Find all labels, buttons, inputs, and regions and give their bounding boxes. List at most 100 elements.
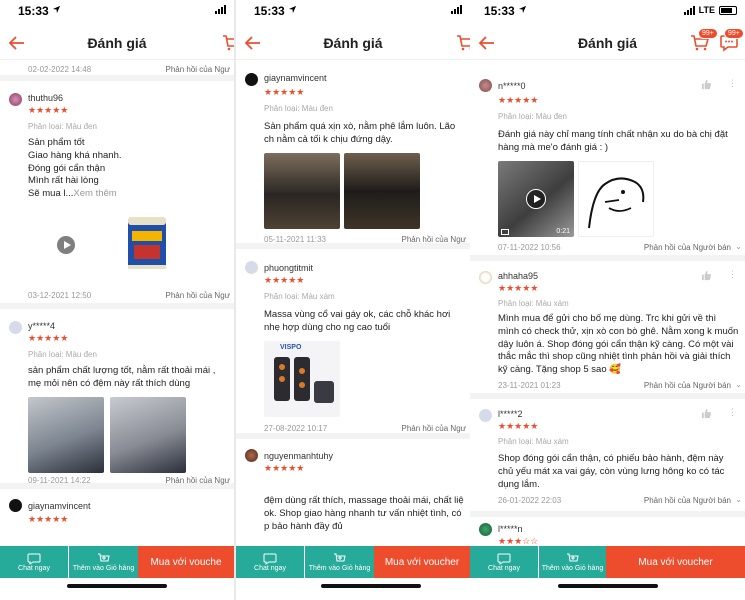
seller-reply-link[interactable]: Phản hồi của Ngư: [165, 65, 230, 74]
review-line: Sản phẩm tốt: [28, 137, 85, 148]
avatar[interactable]: [245, 261, 258, 274]
review-photo[interactable]: [578, 161, 654, 237]
review-card: 02-02-2022 14:48 Phản hồi của Ngư: [0, 61, 234, 81]
chat-icon: [497, 553, 511, 565]
seller-reply-link[interactable]: Phản hồi của Ngư: [401, 235, 466, 244]
seller-reply-link[interactable]: Phản hồi của Ngư: [165, 291, 230, 300]
review-variant: Phân loại: Màu đen: [28, 122, 97, 131]
review-text: Sản phẩm tốt Giao hàng khá nhanh. Đóng g…: [28, 137, 228, 201]
review-footer: 23-11-2021 01:23 Phản hồi của Người bán …: [498, 380, 745, 395]
avatar[interactable]: [9, 321, 22, 334]
review-card: y*****4 ★★★★★ Phân loại: Màu đen sản phẩ…: [0, 309, 234, 489]
review-username: ahhaha95: [498, 271, 539, 281]
bottom-action-bar: Chat ngay Thêm vào Giỏ hàng Mua với vouc…: [470, 546, 745, 578]
add-to-cart-label: Thêm vào Giỏ hàng: [308, 564, 371, 572]
buy-with-voucher-button[interactable]: Mua với voucher: [374, 546, 470, 578]
avatar[interactable]: [245, 73, 258, 86]
status-right: [215, 5, 226, 14]
review-photo[interactable]: [264, 153, 340, 229]
rating-stars: ★★★★★: [264, 87, 305, 97]
thumbs-up-icon[interactable]: [701, 79, 712, 90]
buy-with-voucher-button[interactable]: Mua với vouche: [138, 546, 234, 578]
review-video-thumbnail[interactable]: 0:21: [498, 161, 574, 237]
screen-2: 15:33 Đánh giá giaynamvincent ★★★★★ Phân…: [236, 0, 470, 600]
video-duration: 0:03: [86, 274, 100, 281]
avatar[interactable]: [9, 93, 22, 106]
avatar[interactable]: [479, 79, 492, 92]
review-card: l*****2 ⋮ ★★★★★ Phân loại: Màu xám Shop …: [470, 399, 745, 517]
thumbs-up-icon[interactable]: [701, 270, 712, 281]
play-icon[interactable]: [56, 235, 76, 255]
status-bar: 15:33: [236, 0, 470, 26]
add-to-cart-button[interactable]: Thêm vào Giỏ hàng: [538, 546, 606, 578]
video-duration: 0:21: [556, 228, 570, 235]
add-cart-icon: [566, 553, 579, 561]
more-options-icon[interactable]: ⋮: [728, 269, 737, 280]
page-title: Đánh giá: [87, 35, 147, 51]
page-header: Đánh giá 99+ 99+: [470, 26, 745, 60]
buy-with-voucher-button[interactable]: Mua với voucher: [606, 546, 745, 578]
massage-seat-image: [274, 357, 334, 403]
review-date: 03-12-2021 12:50: [28, 291, 92, 300]
more-options-icon[interactable]: ⋮: [728, 78, 737, 89]
status-time: 15:33: [484, 4, 515, 18]
bottom-action-bar: Chat ngay Thêm vào Giỏ hàng Mua với vouc…: [236, 546, 470, 578]
avatar[interactable]: [9, 499, 22, 512]
review-line: Mình rất hài lòng: [28, 175, 99, 187]
thumbs-up-icon[interactable]: [701, 408, 712, 419]
review-photo[interactable]: [344, 153, 420, 229]
add-to-cart-label: Thêm vào Giỏ hàng: [72, 564, 135, 572]
rating-stars: ★★★★★: [264, 463, 305, 473]
review-variant: Phân loại: Màu đen: [498, 112, 567, 121]
rating-stars: ★★★★★: [498, 283, 539, 293]
status-right: LTE: [683, 5, 737, 15]
review-video-thumbnail[interactable]: 0:03: [28, 207, 104, 283]
avatar[interactable]: [245, 449, 258, 462]
cart-badge: 99+: [698, 28, 718, 39]
review-line-truncated: Sẽ mua l...: [28, 188, 74, 200]
chat-now-button[interactable]: Chat ngay: [0, 546, 68, 578]
chevron-down-icon[interactable]: ⌄: [735, 380, 742, 389]
chat-badge: 99+: [724, 28, 744, 39]
more-options-icon[interactable]: ⋮: [728, 407, 737, 418]
review-date: 09-11-2021 14:22: [28, 476, 91, 485]
add-to-cart-button[interactable]: Thêm vào Giỏ hàng: [68, 546, 138, 578]
seller-reply-link[interactable]: Phản hồi của Ngư: [165, 476, 230, 485]
review-username: phuongtitmit: [264, 263, 314, 273]
rating-stars: ★★★★★: [28, 514, 69, 524]
chevron-down-icon[interactable]: ⌄: [735, 242, 742, 251]
review-text: Shop đóng gói cẩn thận, có phiếu bảo hàn…: [498, 453, 725, 490]
review-photo[interactable]: VISPO: [264, 341, 340, 417]
review-variant: Phân loại: Màu xám: [498, 437, 569, 446]
seller-reply-link[interactable]: Phản hồi của Ngư: [401, 424, 466, 433]
status-right: [451, 5, 462, 14]
seller-reply-link[interactable]: Phản hồi của Người bán: [644, 496, 731, 505]
chat-now-button[interactable]: Chat ngay: [236, 546, 304, 578]
home-indicator: [321, 584, 421, 588]
cart-icon[interactable]: [456, 33, 470, 53]
review-username: thuthu96: [28, 93, 64, 103]
avatar[interactable]: [479, 523, 492, 536]
review-photo[interactable]: [28, 397, 104, 473]
review-footer: 07-11-2022 10:56 Phản hồi của Người bán …: [498, 242, 745, 257]
avatar[interactable]: [479, 409, 492, 422]
review-username: l*****2: [498, 409, 523, 419]
chevron-down-icon[interactable]: ⌄: [735, 495, 742, 504]
location-arrow-icon: [518, 5, 527, 14]
seller-reply-link[interactable]: Phản hồi của Người bán: [644, 381, 731, 390]
add-to-cart-button[interactable]: Thêm vào Giỏ hàng: [304, 546, 374, 578]
chat-icon: [263, 553, 277, 565]
status-time: 15:33: [254, 4, 285, 18]
review-username: giaynamvincent: [264, 73, 327, 83]
chat-now-button[interactable]: Chat ngay: [470, 546, 538, 578]
see-more-link[interactable]: Xem thêm: [73, 188, 116, 199]
review-photo[interactable]: [110, 207, 186, 283]
review-photo[interactable]: [110, 397, 186, 473]
play-icon[interactable]: [526, 189, 546, 209]
product-can-image: [128, 217, 166, 269]
review-username: n*****0: [498, 81, 526, 91]
cart-icon[interactable]: [222, 33, 234, 53]
avatar[interactable]: [479, 271, 492, 284]
rating-stars: ★★★★★: [498, 421, 539, 431]
seller-reply-link[interactable]: Phản hồi của Người bán: [644, 243, 731, 252]
